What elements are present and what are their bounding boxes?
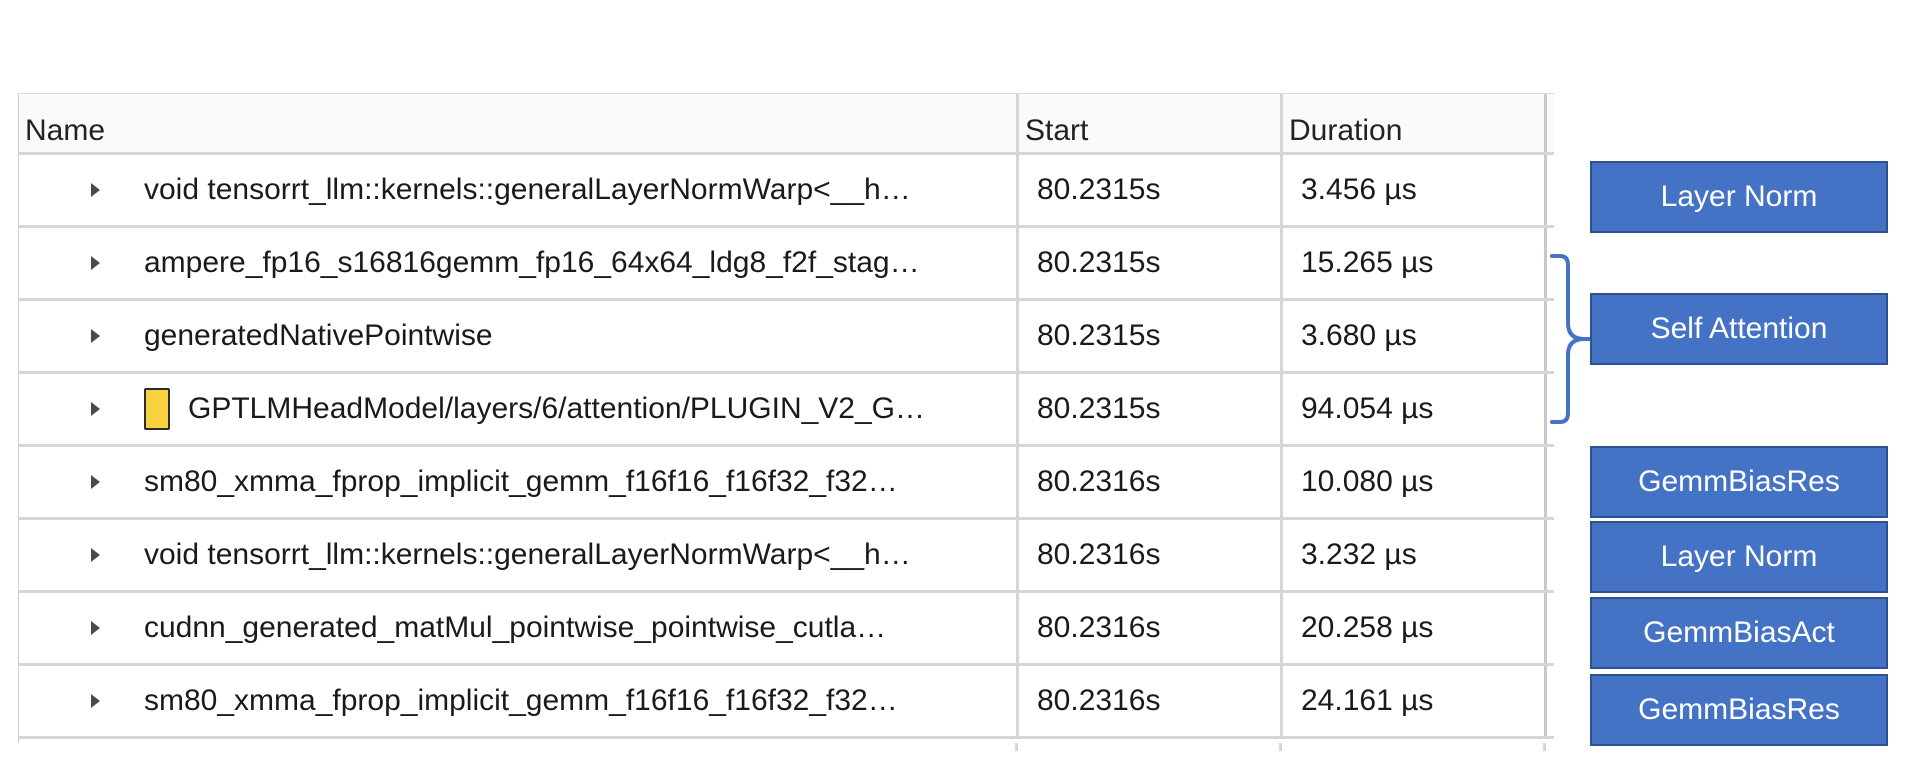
kernel-table: Name Start Duration void tensorrt_llm::k… [18, 93, 1554, 743]
table-row[interactable]: sm80_xmma_fprop_implicit_gemm_f16f16_f16… [19, 447, 1554, 520]
expand-triangle-icon[interactable] [91, 548, 100, 562]
kernel-name: GPTLMHeadModel/layers/6/attention/PLUGIN… [188, 392, 926, 425]
name-cell: sm80_xmma_fprop_implicit_gemm_f16f16_f16… [19, 447, 1019, 517]
kernel-name: void tensorrt_llm::kernels::generalLayer… [144, 173, 911, 206]
start-cell: 80.2315s [1019, 374, 1283, 444]
table-row[interactable]: GPTLMHeadModel/layers/6/attention/PLUGIN… [19, 374, 1554, 447]
table-row[interactable]: void tensorrt_llm::kernels::generalLayer… [19, 155, 1554, 228]
duration-cell: 24.161 µs [1283, 666, 1547, 736]
expand-triangle-icon[interactable] [91, 402, 100, 416]
column-divider [18, 743, 1018, 751]
kernel-name: cudnn_generated_matMul_pointwise_pointwi… [144, 611, 887, 644]
expand-triangle-icon[interactable] [91, 694, 100, 708]
expand-triangle-icon[interactable] [91, 475, 100, 489]
start-cell: 80.2315s [1019, 155, 1283, 225]
start-cell: 80.2315s [1019, 228, 1283, 298]
start-cell: 80.2316s [1019, 666, 1283, 736]
kernel-name: void tensorrt_llm::kernels::generalLayer… [144, 538, 911, 571]
expand-triangle-icon[interactable] [91, 256, 100, 270]
duration-cell: 3.232 µs [1283, 520, 1547, 590]
name-cell: cudnn_generated_matMul_pointwise_pointwi… [19, 593, 1019, 663]
kernel-name: sm80_xmma_fprop_implicit_gemm_f16f16_f16… [144, 684, 898, 717]
column-header-start[interactable]: Start [1019, 94, 1283, 152]
name-cell: void tensorrt_llm::kernels::generalLayer… [19, 520, 1019, 590]
duration-cell: 20.258 µs [1283, 593, 1547, 663]
name-cell: sm80_xmma_fprop_implicit_gemm_f16f16_f16… [19, 666, 1019, 736]
annotation-layer-norm-1: Layer Norm [1590, 161, 1888, 233]
start-cell: 80.2316s [1019, 520, 1283, 590]
start-cell: 80.2315s [1019, 301, 1283, 371]
table-continuation [18, 743, 1554, 751]
start-cell: 80.2316s [1019, 593, 1283, 663]
kernel-name: sm80_xmma_fprop_implicit_gemm_f16f16_f16… [144, 465, 898, 498]
column-divider [1018, 743, 1282, 751]
right-brace-icon [1550, 254, 1592, 424]
column-header-name[interactable]: Name [19, 94, 1019, 152]
table-row[interactable]: void tensorrt_llm::kernels::generalLayer… [19, 520, 1554, 593]
table-row[interactable]: generatedNativePointwise 80.2315s 3.680 … [19, 301, 1554, 374]
column-header-duration[interactable]: Duration [1283, 94, 1547, 152]
duration-cell: 3.680 µs [1283, 301, 1547, 371]
annotation-self-attention: Self Attention [1590, 293, 1888, 365]
name-cell: generatedNativePointwise [19, 301, 1019, 371]
yellow-marker-icon [144, 388, 170, 430]
annotation-gemm-bias-act: GemmBiasAct [1590, 597, 1888, 669]
expand-triangle-icon[interactable] [91, 329, 100, 343]
annotation-gemm-bias-res-2: GemmBiasRes [1590, 674, 1888, 746]
name-cell: void tensorrt_llm::kernels::generalLayer… [19, 155, 1019, 225]
name-cell: GPTLMHeadModel/layers/6/attention/PLUGIN… [19, 374, 1019, 444]
duration-cell: 3.456 µs [1283, 155, 1547, 225]
name-cell: ampere_fp16_s16816gemm_fp16_64x64_ldg8_f… [19, 228, 1019, 298]
expand-triangle-icon[interactable] [91, 183, 100, 197]
table-row[interactable]: ampere_fp16_s16816gemm_fp16_64x64_ldg8_f… [19, 228, 1554, 301]
duration-cell: 10.080 µs [1283, 447, 1547, 517]
duration-cell: 15.265 µs [1283, 228, 1547, 298]
table-header-row: Name Start Duration [19, 93, 1554, 155]
start-cell: 80.2316s [1019, 447, 1283, 517]
expand-triangle-icon[interactable] [91, 621, 100, 635]
annotation-gemm-bias-res-1: GemmBiasRes [1590, 446, 1888, 518]
column-divider [1282, 743, 1546, 751]
kernel-name: ampere_fp16_s16816gemm_fp16_64x64_ldg8_f… [144, 246, 920, 279]
annotation-layer-norm-2: Layer Norm [1590, 521, 1888, 593]
kernel-name: generatedNativePointwise [144, 319, 493, 352]
table-row[interactable]: cudnn_generated_matMul_pointwise_pointwi… [19, 593, 1554, 666]
table-row[interactable]: sm80_xmma_fprop_implicit_gemm_f16f16_f16… [19, 666, 1554, 739]
duration-cell: 94.054 µs [1283, 374, 1547, 444]
